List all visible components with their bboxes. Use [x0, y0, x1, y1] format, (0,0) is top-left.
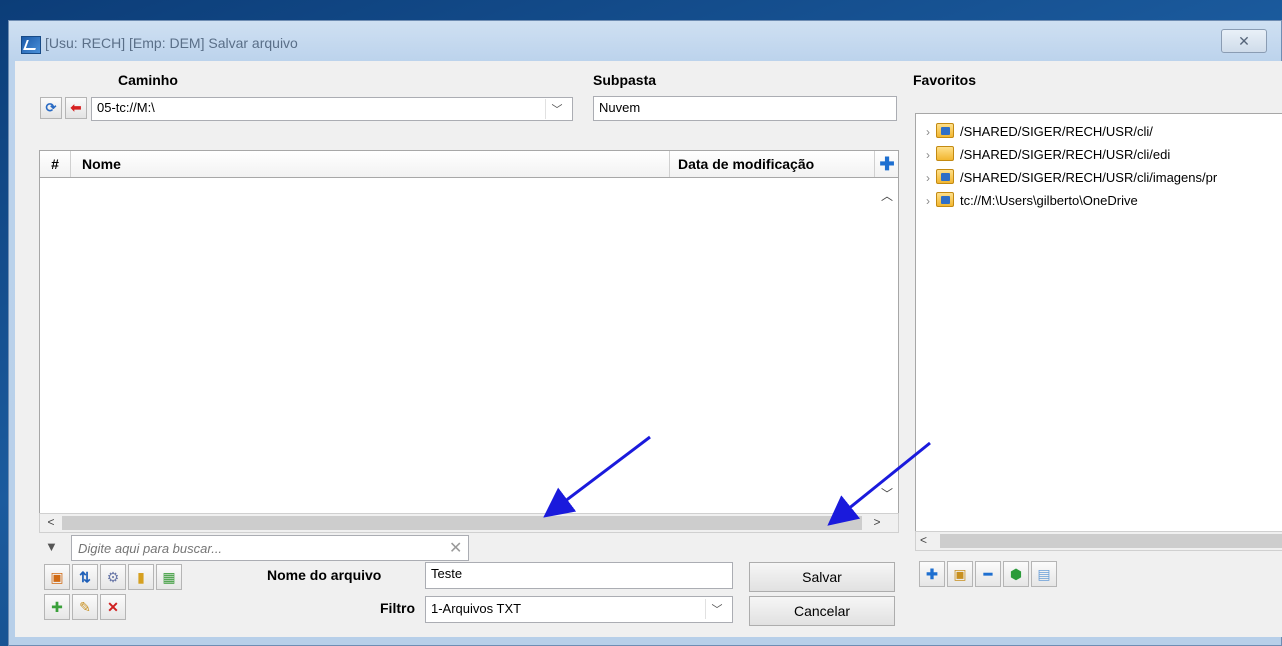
annotation-arrows	[543, 435, 931, 526]
annotation-arrow-save	[827, 441, 931, 526]
annotation-arrow-filename	[543, 435, 651, 518]
